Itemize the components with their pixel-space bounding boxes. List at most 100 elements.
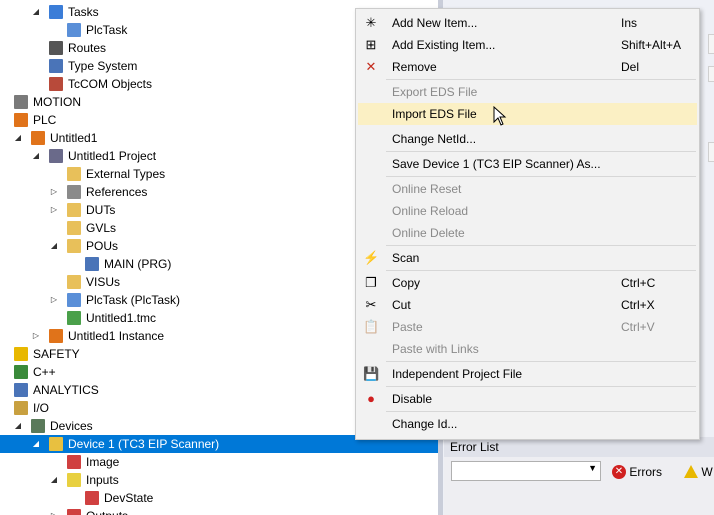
copy-icon: ❐ [365, 275, 377, 290]
collapse-arrow-icon[interactable]: ◢ [31, 3, 41, 21]
cut-icon: ✂ [365, 297, 377, 312]
menu-item-independent-project-file[interactable]: 💾 Independent Project File [358, 363, 697, 385]
menu-item-label: Online Reset [392, 182, 462, 196]
tree-node-label: Type System [68, 59, 138, 73]
collapse-arrow-icon[interactable]: ◢ [31, 435, 41, 453]
menu-item-import-eds-file[interactable]: Import EDS File [358, 103, 697, 125]
error-list-title: Error List [444, 437, 714, 457]
expand-arrow-icon[interactable]: ▷ [49, 291, 59, 309]
menu-separator [386, 411, 696, 412]
collapse-arrow-icon[interactable]: ◢ [49, 471, 59, 489]
warnings-filter-label: W [701, 464, 713, 479]
menu-item-label: Copy [392, 276, 421, 290]
menu-item-label: Change NetId... [392, 132, 477, 146]
menu-item-label: Import EDS File [392, 107, 477, 121]
errors-filter-button[interactable]: ✕ Errors [612, 461, 662, 481]
menu-item-change-netid[interactable]: Change NetId... [358, 128, 697, 150]
scan-icon: ⚡ [363, 250, 380, 265]
menu-item-add-new-item[interactable]: ✳ Add New Item... Ins [358, 12, 697, 34]
menu-item-scan[interactable]: ⚡ Scan [358, 247, 697, 269]
menu-separator [386, 270, 696, 271]
tree-node[interactable]: DevState [0, 489, 438, 507]
tree-node-label: Devices [50, 419, 93, 433]
references-icon [67, 185, 81, 199]
tree-node-label: Device 1 (TC3 EIP Scanner) [68, 437, 220, 451]
folder-icon [67, 167, 81, 181]
tree-node-label: DUTs [86, 203, 116, 217]
collapse-arrow-icon[interactable]: ◢ [49, 237, 59, 255]
menu-item-remove[interactable]: ✕ Remove Del [358, 56, 697, 78]
menu-item-shortcut: Shift+Alt+A [621, 38, 682, 52]
menu-item-export-eds-file: Export EDS File [358, 81, 697, 103]
menu-item-label: Add Existing Item... [392, 38, 496, 52]
tree-node-label: I/O [33, 401, 50, 415]
image-icon [67, 455, 81, 469]
variable-icon [85, 491, 99, 505]
tree-node-label: ANALYTICS [33, 383, 99, 397]
expand-arrow-icon[interactable]: ▷ [49, 507, 59, 515]
device-icon [49, 437, 63, 451]
menu-item-shortcut: Ctrl+X [621, 298, 655, 312]
collapse-arrow-icon[interactable]: ◢ [31, 147, 41, 165]
error-icon: ✕ [612, 464, 626, 479]
tree-node[interactable]: ◢ Inputs [0, 471, 438, 489]
error-list-scope-dropdown[interactable]: ▼ [451, 461, 601, 481]
folder-open-icon [67, 239, 81, 253]
expand-arrow-icon[interactable]: ▷ [31, 327, 41, 345]
menu-item-cut[interactable]: ✂ Cut Ctrl+X [358, 294, 697, 316]
tree-node-label: Routes [68, 41, 107, 55]
tree-node-label: TcCOM Objects [68, 77, 153, 91]
tree-node-label: DevState [104, 491, 154, 505]
tmc-icon [67, 311, 81, 325]
menu-item-label: Cut [392, 298, 411, 312]
menu-item-change-id[interactable]: Change Id... [358, 413, 697, 435]
menu-item-label: Scan [392, 251, 420, 265]
save-icon: 💾 [363, 366, 380, 381]
menu-separator [386, 176, 696, 177]
add-new-item-icon: ✳ [365, 15, 377, 30]
menu-separator [386, 386, 696, 387]
errors-filter-label: Errors [629, 464, 663, 479]
menu-item-shortcut: Del [621, 60, 640, 74]
collapse-arrow-icon[interactable]: ◢ [13, 417, 23, 435]
menu-item-shortcut: Ins [621, 16, 638, 30]
expand-arrow-icon[interactable]: ▷ [49, 183, 59, 201]
analytics-icon [14, 383, 28, 397]
menu-item-online-reload: Online Reload [358, 200, 697, 222]
warning-icon [684, 465, 698, 479]
tree-node-label: Untitled1 Project [68, 149, 157, 163]
menu-item-save-device-1-tc3-eip-scanner-as[interactable]: Save Device 1 (TC3 EIP Scanner) As... [358, 153, 697, 175]
tree-node-label: External Types [86, 167, 166, 181]
editor-strip [708, 142, 714, 162]
tree-node-label: Inputs [86, 473, 119, 487]
tree-node-label: Untitled1 Instance [68, 329, 165, 343]
menu-item-online-delete: Online Delete [358, 222, 697, 244]
menu-item-online-reset: Online Reset [358, 178, 697, 200]
mouse-cursor-icon [493, 106, 507, 126]
menu-item-add-existing-item[interactable]: ⊞ Add Existing Item... Shift+Alt+A [358, 34, 697, 56]
menu-item-label: Paste with Links [392, 342, 479, 356]
tree-node-label: POUs [86, 239, 119, 253]
type-system-icon [49, 59, 63, 73]
menu-item-shortcut: Ctrl+C [621, 276, 656, 290]
outputs-icon [67, 509, 81, 515]
menu-item-label: Paste [392, 320, 423, 334]
tree-node[interactable]: Image [0, 453, 438, 471]
task-icon [67, 23, 81, 37]
menu-item-copy[interactable]: ❐ Copy Ctrl+C [358, 272, 697, 294]
editor-strip [708, 66, 714, 82]
tree-node-label: MAIN (PRG) [104, 257, 172, 271]
expand-arrow-icon[interactable]: ▷ [49, 201, 59, 219]
plc-project-icon [31, 131, 45, 145]
tree-node[interactable]: ▷ Outputs [0, 507, 438, 515]
menu-item-disable[interactable]: ● Disable [358, 388, 697, 410]
collapse-arrow-icon[interactable]: ◢ [13, 129, 23, 147]
safety-icon [14, 347, 28, 361]
routes-icon [49, 41, 63, 55]
plc-icon [14, 113, 28, 127]
tree-node-label: PLC [33, 113, 57, 127]
context-menu: ✳ Add New Item... Ins ⊞ Add Existing Item...… [355, 8, 700, 440]
warnings-filter-button[interactable]: W [684, 461, 713, 481]
error-list-panel: Error List ▼ ✕ Errors W [444, 437, 714, 515]
tree-node-label: References [86, 185, 148, 199]
